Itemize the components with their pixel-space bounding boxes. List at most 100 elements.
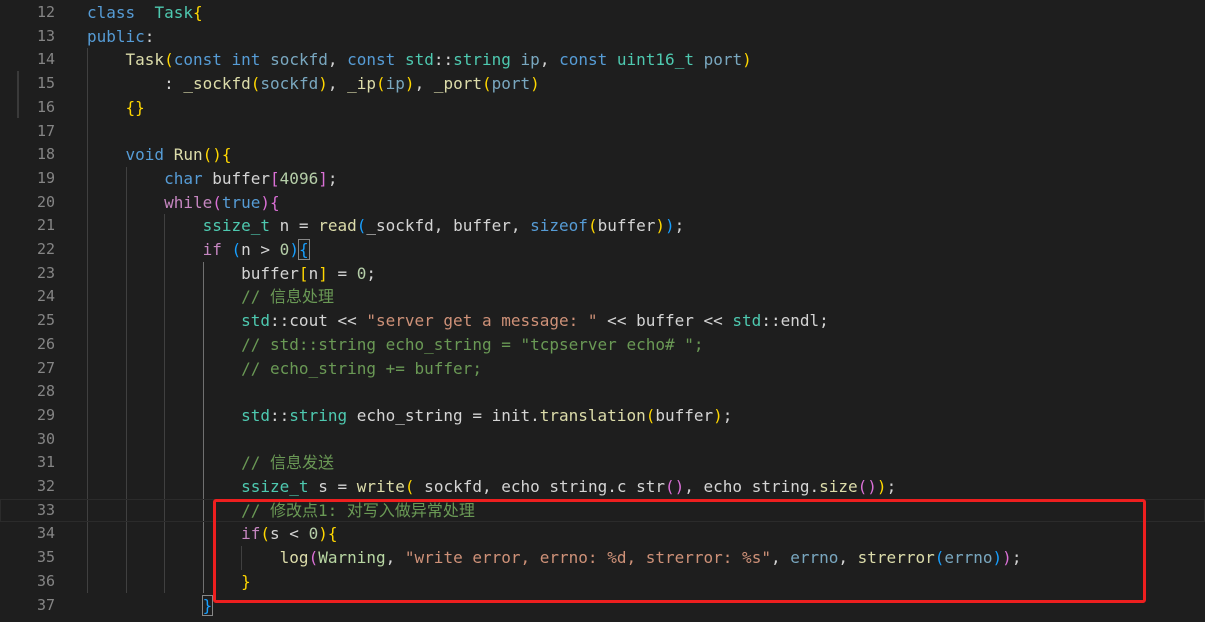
- line-number: 20: [36, 192, 55, 211]
- code-line[interactable]: 27 // echo_string += buffer;: [0, 357, 1205, 381]
- code-line[interactable]: 20 while(true){: [0, 191, 1205, 215]
- code-line[interactable]: 29 std::string echo_string = init.transl…: [0, 404, 1205, 428]
- code-token: ;: [366, 263, 377, 283]
- code-token: (: [376, 74, 386, 94]
- code-token: void: [125, 145, 165, 165]
- code-token: n: [308, 263, 319, 283]
- code-line[interactable]: 13 public:: [0, 25, 1205, 49]
- code-line[interactable]: 22 if (n > 0){: [0, 238, 1205, 262]
- line-number: 29: [36, 405, 55, 424]
- code-token: ): [992, 548, 1003, 568]
- code-token: ;: [1011, 548, 1022, 568]
- code-token: n >: [241, 240, 280, 259]
- code-token: (: [587, 216, 598, 236]
- code-token: ;: [886, 477, 897, 496]
- code-token: ,: [385, 548, 405, 568]
- code-token: buffer: [202, 168, 271, 188]
- code-line[interactable]: 24 // 信息处理: [0, 285, 1205, 309]
- code-editor[interactable]: 12 class Task{13 public: 14 Task(const int …: [0, 0, 1205, 622]
- code-line[interactable]: 30: [0, 428, 1205, 452]
- code-token: port: [491, 74, 531, 94]
- code-text: void Run(){: [87, 143, 232, 167]
- code-line[interactable]: 16 {}: [0, 96, 1205, 120]
- code-line[interactable]: 23 buffer[n] = 0;: [0, 262, 1205, 286]
- code-token: Task: [154, 3, 193, 22]
- code-token: ): [318, 74, 328, 94]
- line-number: 34: [36, 524, 55, 543]
- code-token: port: [703, 50, 743, 70]
- code-token: {: [270, 192, 280, 212]
- code-token: (: [260, 524, 271, 544]
- code-line[interactable]: 26 // std::string echo_string = "tcpserv…: [0, 333, 1205, 357]
- line-number: 23: [36, 263, 55, 282]
- code-token: ): [655, 216, 666, 236]
- code-text: public:: [87, 25, 154, 49]
- code-token: _ip: [347, 74, 377, 94]
- code-token: (: [308, 548, 319, 568]
- code-token: const: [559, 50, 608, 70]
- code-line[interactable]: 17: [0, 120, 1205, 144]
- code-token: sockfd, echo string.c str: [414, 477, 665, 496]
- code-token: [: [270, 168, 280, 188]
- code-token: ,: [414, 74, 434, 94]
- code-line[interactable]: 21 ssize_t n = read(_sockfd, buffer, siz…: [0, 214, 1205, 238]
- code-line[interactable]: 19 char buffer[4096];: [0, 167, 1205, 191]
- code-token: ): [665, 216, 675, 236]
- code-token: std: [732, 311, 762, 331]
- line-number: 21: [36, 216, 55, 235]
- code-line[interactable]: 31 // 信息发送: [0, 451, 1205, 475]
- code-line[interactable]: 32 ssize_t s = write( sockfd, echo strin…: [0, 475, 1205, 499]
- line-number: 12: [36, 3, 55, 21]
- code-token: ip: [385, 74, 405, 94]
- code-text: {}: [87, 96, 145, 120]
- code-token: // 修改点1: 对写入做异常处理: [241, 500, 475, 520]
- code-token: sockfd: [270, 50, 328, 70]
- code-token: while: [164, 192, 213, 212]
- code-text: class Task{: [87, 1, 203, 25]
- code-token: ,: [838, 548, 858, 568]
- code-token: (: [212, 192, 222, 212]
- code-line[interactable]: 37 }: [0, 594, 1205, 618]
- code-text: buffer[n] = 0;: [87, 262, 376, 286]
- code-token: errno: [944, 548, 993, 568]
- code-token: const: [347, 50, 396, 70]
- code-line[interactable]: 12 class Task{: [0, 1, 1205, 25]
- code-token: uint16_t: [616, 50, 694, 70]
- code-line[interactable]: 25 std::cout << "server get a message: "…: [0, 309, 1205, 333]
- code-token: ,: [327, 50, 348, 70]
- code-line[interactable]: 18 void Run(){: [0, 143, 1205, 167]
- code-line[interactable]: 35 log(Warning, "write error, errno: %d,…: [0, 546, 1205, 570]
- code-line[interactable]: 34 if(s < 0){: [0, 522, 1205, 546]
- code-token: if: [202, 240, 222, 259]
- code-token: :: [144, 26, 155, 46]
- code-token: ): [713, 405, 723, 425]
- code-token: errno: [790, 548, 839, 568]
- code-token: ::: [270, 405, 290, 425]
- code-line[interactable]: 14 Task(const int sockfd, const std::str…: [0, 48, 1205, 72]
- code-token: public: [87, 26, 145, 46]
- code-line[interactable]: 28: [0, 380, 1205, 404]
- code-token: (: [934, 548, 945, 568]
- code-line[interactable]: 33 // 修改点1: 对写入做异常处理: [0, 498, 1205, 523]
- code-text: // 修改点1: 对写入做异常处理: [87, 499, 475, 523]
- code-line[interactable]: 15 : _sockfd(sockfd), _ip(ip), _port(por…: [0, 72, 1205, 96]
- line-number: 18: [36, 145, 55, 164]
- code-token: ssize_t: [202, 216, 271, 236]
- code-token: (: [164, 50, 174, 70]
- line-number: 27: [36, 358, 55, 377]
- code-token: // std::string echo_string = "tcpserver …: [241, 334, 704, 354]
- code-line[interactable]: 36 }: [0, 570, 1205, 594]
- code-token: char: [164, 168, 203, 188]
